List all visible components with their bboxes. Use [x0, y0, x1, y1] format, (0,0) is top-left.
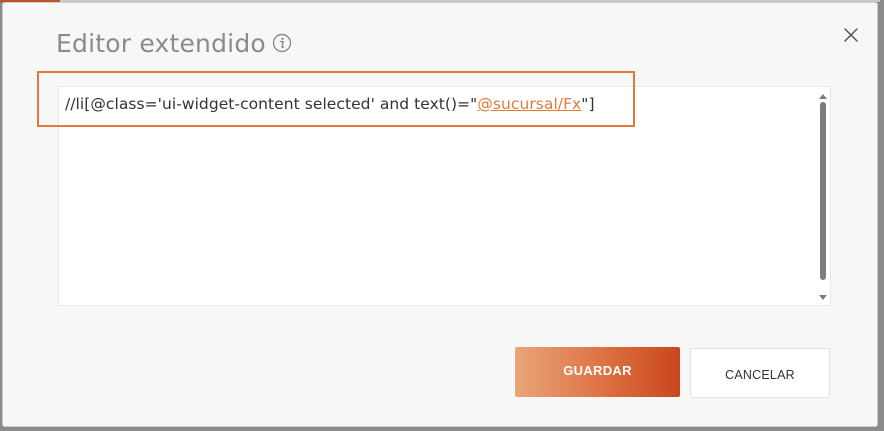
xpath-editor-textarea[interactable]: //li[@class='ui-widget-content selected'…: [58, 86, 831, 306]
variable-link[interactable]: @sucursal/Fx: [477, 95, 581, 113]
close-button[interactable]: [841, 25, 861, 45]
dialog-header: Editor extendido: [56, 27, 292, 59]
scroll-up-arrow[interactable]: [819, 92, 827, 100]
scrollbar-thumb[interactable]: [820, 102, 826, 280]
save-button[interactable]: GUARDAR: [515, 347, 680, 397]
editor-content[interactable]: //li[@class='ui-widget-content selected'…: [65, 95, 595, 113]
extended-editor-dialog: Editor extendido //li[@class='ui-widget-…: [2, 2, 878, 427]
editor-scrollbar[interactable]: [817, 88, 829, 304]
info-icon[interactable]: [272, 33, 292, 53]
close-icon: [844, 28, 858, 42]
scroll-down-arrow[interactable]: [819, 294, 827, 302]
xpath-expression-prefix: //li[@class='ui-widget-content selected'…: [65, 95, 478, 113]
cancel-button[interactable]: CANCELAR: [690, 348, 830, 398]
dialog-title: Editor extendido: [56, 28, 266, 58]
xpath-expression-suffix: "]: [581, 95, 595, 113]
